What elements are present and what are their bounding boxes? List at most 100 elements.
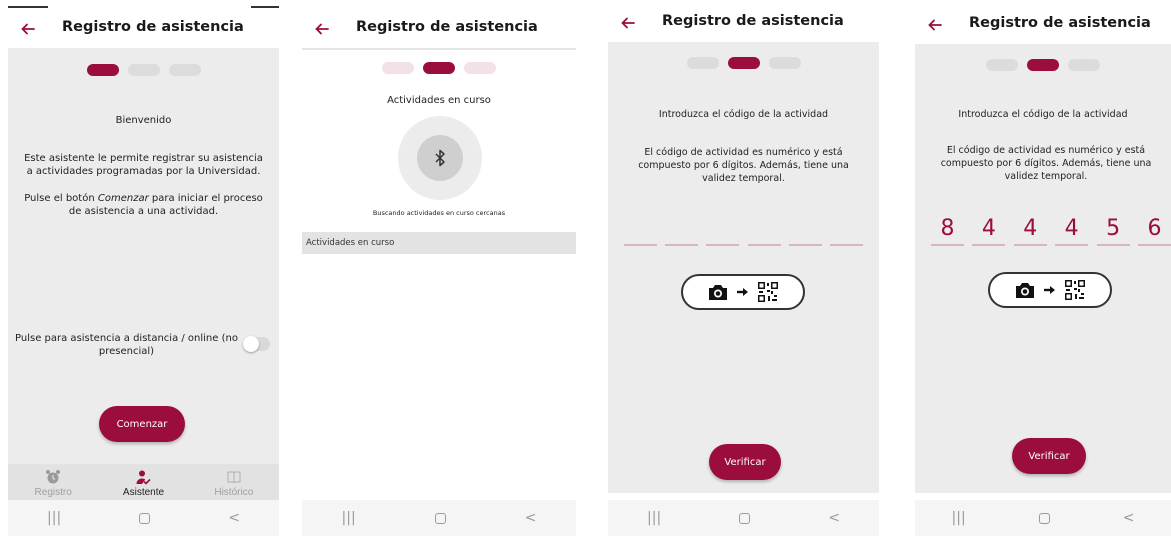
verify-button[interactable]: Verificar bbox=[709, 444, 781, 480]
camera-icon bbox=[709, 285, 727, 300]
system-navigation-bar: ||| < bbox=[8, 500, 279, 536]
bluetooth-scan-indicator bbox=[398, 116, 482, 200]
code-input-row: 8 4 4 4 5 6 bbox=[931, 216, 1171, 246]
person-check-icon bbox=[136, 470, 152, 485]
back-arrow-icon bbox=[21, 23, 35, 35]
progress-dots bbox=[915, 59, 1171, 71]
code-digit-2[interactable]: 4 bbox=[972, 216, 1006, 246]
progress-dot-3 bbox=[1068, 59, 1100, 71]
code-digit-5[interactable] bbox=[788, 216, 822, 246]
intro-text: Este asistente le permite registrar su a… bbox=[24, 153, 263, 177]
nav-label-asistente: Asistente bbox=[122, 487, 165, 498]
progress-dot-2 bbox=[127, 64, 160, 76]
arrow-right-icon bbox=[737, 288, 748, 296]
system-back-button[interactable]: < bbox=[525, 510, 537, 526]
home-button[interactable] bbox=[1038, 512, 1050, 524]
page-title: Registro de asistencia bbox=[969, 15, 1151, 31]
code-digit-4[interactable] bbox=[747, 216, 781, 246]
back-arrow-icon bbox=[315, 23, 329, 35]
recent-apps-button[interactable]: ||| bbox=[647, 510, 661, 526]
nav-label-historico: Histórico bbox=[214, 487, 254, 498]
status-bar-fragment bbox=[8, 0, 279, 10]
page-title: Registro de asistencia bbox=[356, 19, 538, 35]
page-title: Registro de asistencia bbox=[662, 13, 844, 29]
back-button[interactable] bbox=[314, 18, 336, 40]
system-back-button[interactable]: < bbox=[1123, 510, 1135, 526]
back-button[interactable] bbox=[620, 12, 642, 34]
scanning-text: Buscando actividades en curso cercanas bbox=[372, 209, 506, 217]
code-digit-1[interactable]: 8 bbox=[931, 216, 964, 246]
progress-dot-1 bbox=[986, 59, 1018, 71]
code-digit-2[interactable] bbox=[665, 216, 699, 246]
hint-text: Pulse el botón Comenzar para iniciar el … bbox=[22, 192, 265, 218]
code-digit-6[interactable] bbox=[829, 216, 863, 246]
recent-apps-button[interactable]: ||| bbox=[952, 510, 966, 526]
nav-item-registro[interactable]: Registro bbox=[8, 464, 98, 504]
app-bar: Registro de asistencia bbox=[8, 12, 279, 46]
nav-item-asistente[interactable]: Asistente bbox=[98, 464, 188, 504]
home-button[interactable] bbox=[139, 512, 151, 524]
progress-dot-3 bbox=[464, 62, 496, 74]
verify-button[interactable]: Verificar bbox=[1012, 438, 1086, 474]
bluetooth-icon bbox=[435, 149, 445, 167]
back-button[interactable] bbox=[927, 14, 949, 36]
progress-dots bbox=[302, 62, 576, 74]
bluetooth-badge bbox=[417, 135, 463, 181]
code-digit-5[interactable]: 5 bbox=[1096, 216, 1130, 246]
progress-dot-1 bbox=[86, 64, 119, 76]
app-bar: Registro de asistencia bbox=[608, 6, 879, 40]
progress-dots bbox=[608, 57, 879, 69]
hint-emphasis: Comenzar bbox=[97, 193, 149, 204]
app-bar: Registro de asistencia bbox=[302, 12, 576, 46]
progress-dot-1 bbox=[382, 62, 414, 74]
back-button[interactable] bbox=[20, 18, 42, 40]
progress-dot-2 bbox=[727, 57, 760, 69]
system-back-button[interactable]: < bbox=[828, 510, 840, 526]
toggle-knob bbox=[243, 336, 259, 352]
app-bar: Registro de asistencia bbox=[915, 8, 1171, 42]
scan-qr-button[interactable] bbox=[988, 272, 1112, 308]
code-digit-1[interactable] bbox=[624, 216, 657, 246]
screen-code-filled: Registro de asistencia Introduzca el cód… bbox=[915, 0, 1171, 536]
start-button[interactable]: Comenzar bbox=[99, 406, 185, 442]
progress-dot-2 bbox=[423, 62, 455, 74]
nav-item-historico[interactable]: Histórico bbox=[189, 464, 279, 504]
system-back-button[interactable]: < bbox=[228, 510, 240, 526]
code-input-row bbox=[624, 216, 863, 246]
progress-dot-3 bbox=[768, 57, 801, 69]
camera-icon bbox=[1016, 283, 1034, 298]
hint-before: Pulse el botón bbox=[24, 193, 98, 204]
code-digit-6[interactable]: 6 bbox=[1137, 216, 1171, 246]
activities-section-header: Actividades en curso bbox=[302, 232, 576, 254]
progress-dot-1 bbox=[686, 57, 719, 69]
code-digit-3[interactable]: 4 bbox=[1013, 216, 1047, 246]
remote-attendance-toggle[interactable] bbox=[243, 336, 270, 352]
remote-attendance-label: Pulse para asistencia a distancia / onli… bbox=[15, 333, 238, 357]
progress-dot-3 bbox=[168, 64, 201, 76]
back-arrow-icon bbox=[621, 17, 635, 29]
screen-scanning: Registro de asistencia Actividades en cu… bbox=[302, 0, 576, 536]
home-button[interactable] bbox=[739, 512, 751, 524]
welcome-heading: Bienvenido bbox=[115, 115, 172, 126]
activities-heading: Actividades en curso bbox=[387, 95, 491, 106]
code-digit-3[interactable] bbox=[706, 216, 740, 246]
code-content: Introduzca el código de la actividad El … bbox=[915, 44, 1171, 493]
welcome-content: Bienvenido Este asistente le permite reg… bbox=[8, 48, 279, 493]
system-navigation-bar: ||| < bbox=[608, 500, 879, 536]
nav-label-registro: Registro bbox=[34, 487, 72, 498]
code-prompt: Introduzca el código de la actividad bbox=[658, 109, 829, 120]
qr-code-icon bbox=[1064, 279, 1086, 301]
scanning-content: Actividades en curso Buscando actividade… bbox=[302, 50, 576, 493]
progress-dot-2 bbox=[1027, 59, 1059, 71]
code-description: El código de actividad es numérico y est… bbox=[638, 147, 849, 184]
scan-qr-button[interactable] bbox=[681, 274, 805, 310]
qr-code-icon bbox=[757, 281, 779, 303]
recent-apps-button[interactable]: ||| bbox=[342, 510, 356, 526]
system-navigation-bar: ||| < bbox=[915, 500, 1171, 536]
screen-code-empty: Registro de asistencia Introduzca el cód… bbox=[608, 0, 879, 536]
recent-apps-button[interactable]: ||| bbox=[47, 510, 61, 526]
page-title: Registro de asistencia bbox=[62, 19, 244, 35]
code-digit-4[interactable]: 4 bbox=[1055, 216, 1089, 246]
bottom-navigation: Registro Asistente Histórico bbox=[8, 464, 279, 504]
home-button[interactable] bbox=[434, 512, 446, 524]
